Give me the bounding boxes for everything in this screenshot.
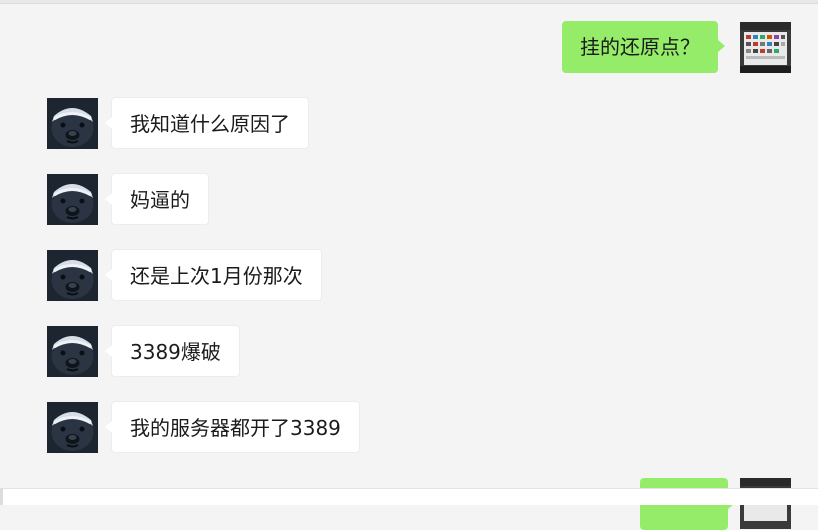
- incoming-message-bubble[interactable]: 我知道什么原因了: [105, 97, 309, 149]
- screenshot-thumbnail-avatar-icon: [740, 22, 791, 73]
- incoming-message-bubble[interactable]: 还是上次1月份那次: [105, 249, 322, 301]
- peer-avatar[interactable]: [47, 174, 98, 225]
- message-input-area[interactable]: [0, 488, 818, 505]
- peer-avatar[interactable]: [47, 250, 98, 301]
- message-text: 我的服务器都开了3389: [130, 416, 341, 440]
- honey-badger-avatar-icon: [47, 174, 98, 225]
- message-text: 3389爆破: [130, 340, 221, 364]
- incoming-message-bubble[interactable]: 妈逼的: [105, 173, 209, 225]
- chat-message-list[interactable]: 挂的还原点？ 我知道什么原因了 妈逼的 还是上次1月份那次 3389爆破 我的服…: [0, 0, 818, 530]
- message-text: 还是上次1月份那次: [130, 264, 303, 288]
- message-text: 我知道什么原因了: [130, 112, 290, 136]
- honey-badger-avatar-icon: [47, 98, 98, 149]
- self-avatar[interactable]: [740, 22, 791, 73]
- honey-badger-avatar-icon: [47, 326, 98, 377]
- peer-avatar[interactable]: [47, 98, 98, 149]
- honey-badger-avatar-icon: [47, 250, 98, 301]
- input-area-edge: [0, 488, 3, 505]
- message-text: 妈逼的: [130, 188, 190, 212]
- incoming-message-bubble[interactable]: 我的服务器都开了3389: [105, 401, 360, 453]
- honey-badger-avatar-icon: [47, 402, 98, 453]
- message-text: 挂的还原点？: [580, 35, 700, 59]
- incoming-message-bubble[interactable]: 3389爆破: [105, 325, 240, 377]
- outgoing-message-bubble[interactable]: 挂的还原点？: [562, 21, 725, 73]
- peer-avatar[interactable]: [47, 326, 98, 377]
- peer-avatar[interactable]: [47, 402, 98, 453]
